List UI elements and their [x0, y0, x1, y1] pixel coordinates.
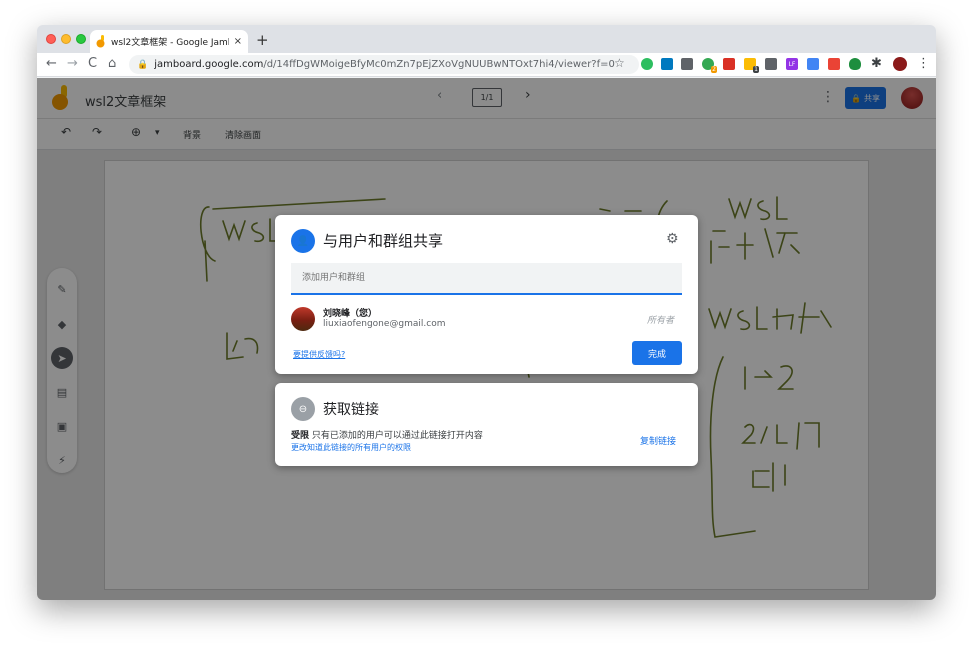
minimize-window-button[interactable]	[61, 34, 71, 44]
profile-avatar[interactable]	[893, 57, 907, 71]
lf-extension-icon[interactable]: LF	[786, 58, 798, 70]
evernote-extension-icon[interactable]	[641, 58, 653, 70]
link-access-description: 受限 只有已添加的用户可以通过此链接打开内容	[291, 428, 483, 441]
translate-extension-icon[interactable]	[807, 58, 819, 70]
forward-button[interactable]: →	[67, 56, 78, 71]
browser-tab[interactable]: wsl2文章框架 - Google Jamboa ×	[90, 30, 248, 53]
url-text: jamboard.google.com/d/14ffDgWMoigeBfyMc0…	[154, 59, 615, 70]
new-tab-button[interactable]: +	[256, 31, 269, 49]
trello-extension-icon[interactable]	[661, 58, 673, 70]
chat-extension-icon[interactable]: 2	[702, 58, 717, 73]
share-dialog-title: 与用户和群组共享	[323, 232, 444, 250]
copy-link-button[interactable]: 复制链接	[640, 434, 676, 447]
screenshot-extension-icon[interactable]	[828, 58, 840, 70]
notes-extension-icon[interactable]: 1	[744, 58, 759, 73]
browser-window: wsl2文章框架 - Google Jamboa × + ← → C ⌂ 🔒 j…	[37, 25, 936, 600]
extension-label: LF	[788, 60, 796, 68]
flash-extension-icon[interactable]	[723, 58, 735, 70]
address-bar[interactable]: 🔒 jamboard.google.com/d/14ffDgWMoigeBfyM…	[129, 55, 639, 74]
restriction-text: 只有已添加的用户可以通过此链接打开内容	[311, 431, 483, 441]
jamboard-favicon-icon	[96, 35, 105, 48]
get-link-title: 获取链接	[323, 402, 379, 418]
change-link-permission-link[interactable]: 更改知道此链接的所有用户的权限	[291, 442, 411, 453]
add-person-icon: 👤	[291, 229, 315, 253]
reload-button[interactable]: C	[88, 56, 97, 71]
share-dialog: 👤 与用户和群组共享 ⚙ 刘晓峰（您） liuxiaofengone@gmail…	[275, 215, 698, 374]
get-link-dialog: ⊖ 获取链接 受限 只有已添加的用户可以通过此链接打开内容 更改知道此链接的所有…	[275, 383, 698, 466]
url-host: jamboard.google.com	[154, 59, 264, 70]
jamboard-app: wsl2文章框架 ‹ 1/1 › ⋮ 🔒共享 ↶ ↷ ⊕ ▾ 背景 清除画面	[37, 78, 936, 600]
puzzle-icon[interactable]: ✱	[871, 56, 882, 71]
extension-badge: 2	[711, 66, 717, 73]
tab-strip: wsl2文章框架 - Google Jamboa × +	[37, 25, 936, 53]
back-button[interactable]: ←	[46, 56, 57, 71]
restriction-label: 受限	[291, 431, 310, 441]
qr-extension-icon[interactable]	[765, 58, 777, 70]
tab-close-button[interactable]: ×	[234, 36, 242, 47]
home-button[interactable]: ⌂	[108, 56, 116, 71]
close-window-button[interactable]	[46, 34, 56, 44]
link-icon: ⊖	[291, 397, 315, 421]
maximize-window-button[interactable]	[76, 34, 86, 44]
bookmark-star-icon[interactable]: ☆	[614, 56, 625, 70]
mail-extension-icon[interactable]	[681, 58, 693, 70]
user-role: 所有者	[647, 316, 675, 326]
url-path: /d/14ffDgWMoigeBfyMc0mZn7pEjZXoVgNUUBwNT…	[263, 59, 615, 70]
tab-title: wsl2文章框架 - Google Jamboa	[111, 38, 229, 48]
user-email: liuxiaofengone@gmail.com	[323, 319, 446, 329]
extension-badge: 1	[753, 66, 759, 73]
user-name: 刘晓峰（您）	[323, 309, 378, 319]
lock-icon: 🔒	[137, 59, 149, 70]
browser-menu-button[interactable]: ⋮	[917, 56, 930, 71]
done-button-label: 完成	[647, 349, 666, 360]
gear-icon[interactable]: ⚙	[666, 231, 679, 247]
done-button[interactable]: 完成	[632, 341, 682, 365]
add-people-input[interactable]	[291, 263, 682, 295]
browser-toolbar: ← → C ⌂ 🔒 jamboard.google.com/d/14ffDgWM…	[37, 53, 936, 77]
avatar	[291, 307, 315, 331]
shield-extension-icon[interactable]	[849, 58, 861, 70]
feedback-link[interactable]: 要提供反馈吗?	[293, 349, 345, 360]
